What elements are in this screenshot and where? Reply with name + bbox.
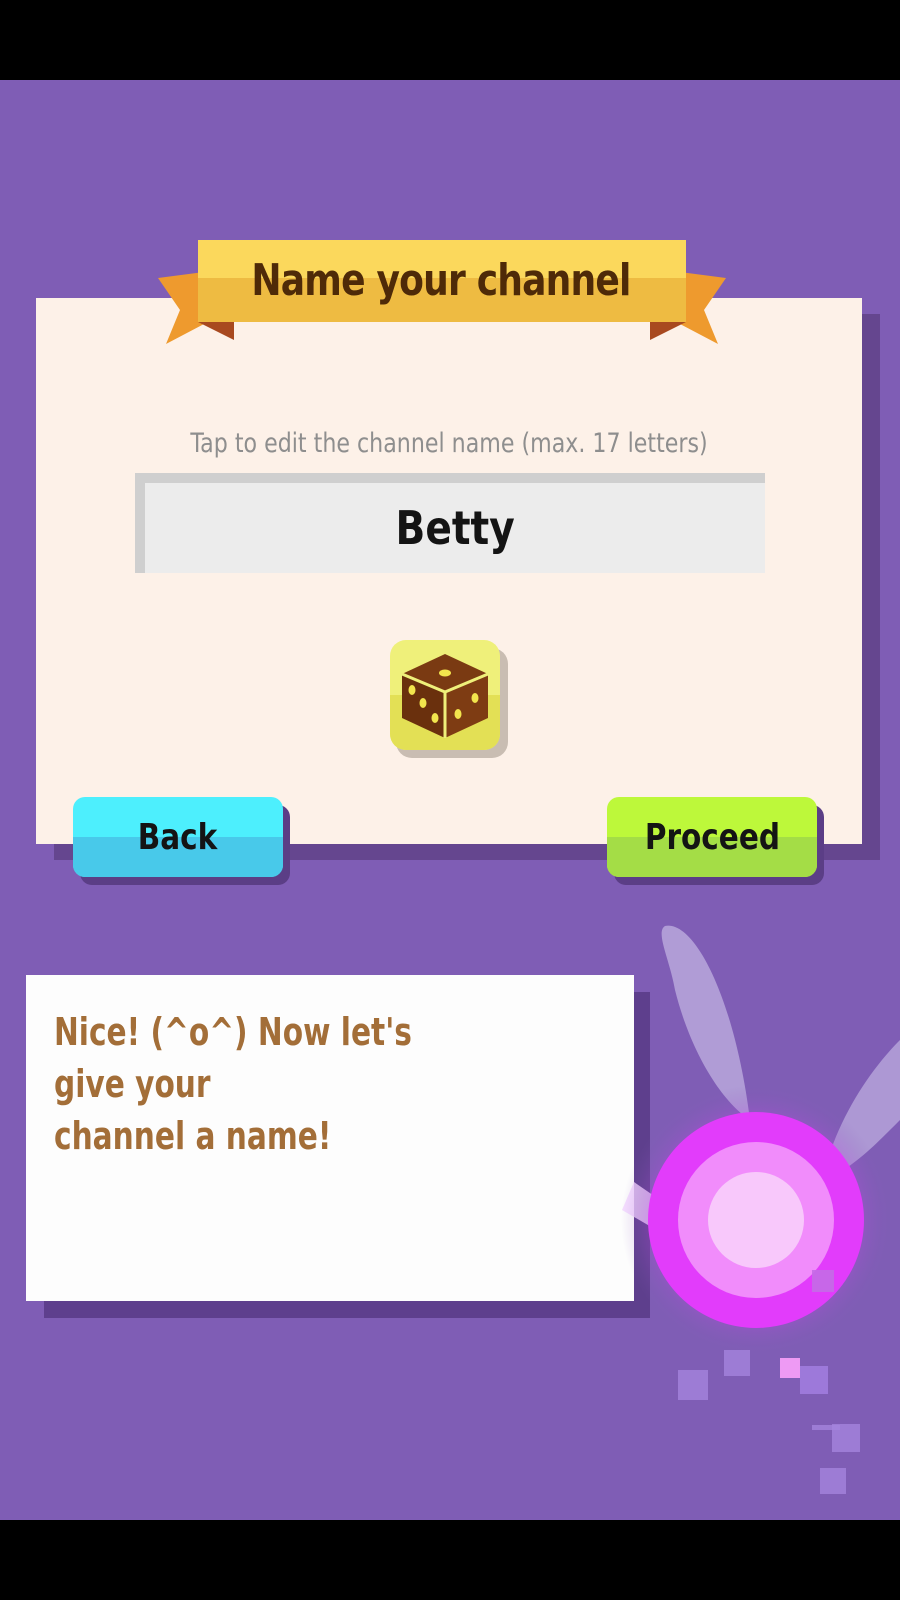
random-name-button[interactable] [390,640,510,760]
dialog-line-1: Nice! (^o^) Now let's give your [54,1010,412,1106]
proceed-button-label: Proceed [644,816,780,858]
page-title: Name your channel [251,254,631,306]
back-button-label: Back [138,816,218,858]
channel-name-input[interactable]: Betty [135,473,765,573]
sparkle-particles [820,1424,860,1494]
dialog-message: Nice! (^o^) Now let's give your channel … [54,1006,491,1162]
dialog-line-2: channel a name! [54,1114,332,1158]
proceed-button[interactable]: Proceed [607,797,817,877]
name-hint: Tap to edit the channel name (max. 17 le… [190,428,708,459]
top-letterbox [0,0,900,80]
bottom-letterbox [0,1520,900,1600]
channel-name-value: Betty [395,501,515,555]
back-button[interactable]: Back [73,797,283,877]
fairy-icon [621,925,900,1430]
